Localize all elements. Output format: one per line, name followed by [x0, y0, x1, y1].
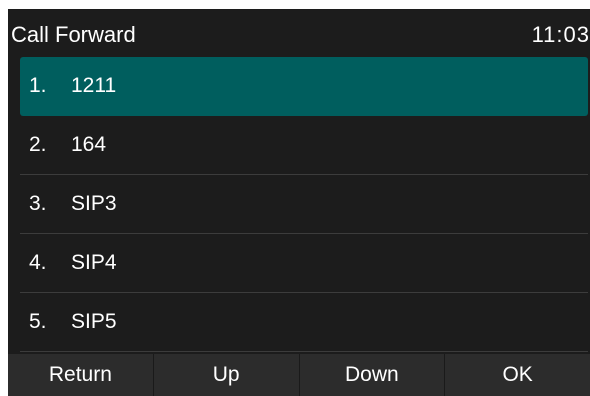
list-item-account-2[interactable]: 2. 164 [20, 116, 588, 175]
list-item-label: SIP4 [71, 251, 117, 274]
up-button[interactable]: Up [154, 354, 300, 396]
list-item-account-3[interactable]: 3. SIP3 [20, 175, 588, 234]
down-button[interactable]: Down [300, 354, 446, 396]
list-item-index: 1. [29, 74, 47, 97]
list-item-label: SIP3 [71, 192, 117, 215]
clock: 11:03 [531, 22, 590, 47]
list-item-index: 5. [29, 310, 47, 333]
ok-button[interactable]: OK [445, 354, 590, 396]
list-item-label: 164 [71, 133, 107, 156]
title-bar: Call Forward 11:03 [8, 9, 590, 57]
list-item-account-5[interactable]: 5. SIP5 [20, 293, 588, 352]
list-item-account-1[interactable]: 1. 1211 [20, 57, 588, 116]
list-item-index: 4. [29, 251, 47, 274]
list-item-index: 2. [29, 133, 47, 156]
phone-screen: Call Forward 11:03 1. 1211 2. 164 3. SIP… [8, 9, 590, 396]
list-item-label: SIP5 [71, 310, 117, 333]
return-button[interactable]: Return [8, 354, 154, 396]
page-title: Call Forward [11, 22, 136, 47]
list-item-account-4[interactable]: 4. SIP4 [20, 234, 588, 293]
softkey-bar: Return Up Down OK [8, 354, 590, 396]
account-list: 1. 1211 2. 164 3. SIP3 4. SIP4 5. SIP5 [20, 57, 588, 352]
list-item-label: 1211 [71, 74, 117, 97]
list-item-index: 3. [29, 192, 47, 215]
